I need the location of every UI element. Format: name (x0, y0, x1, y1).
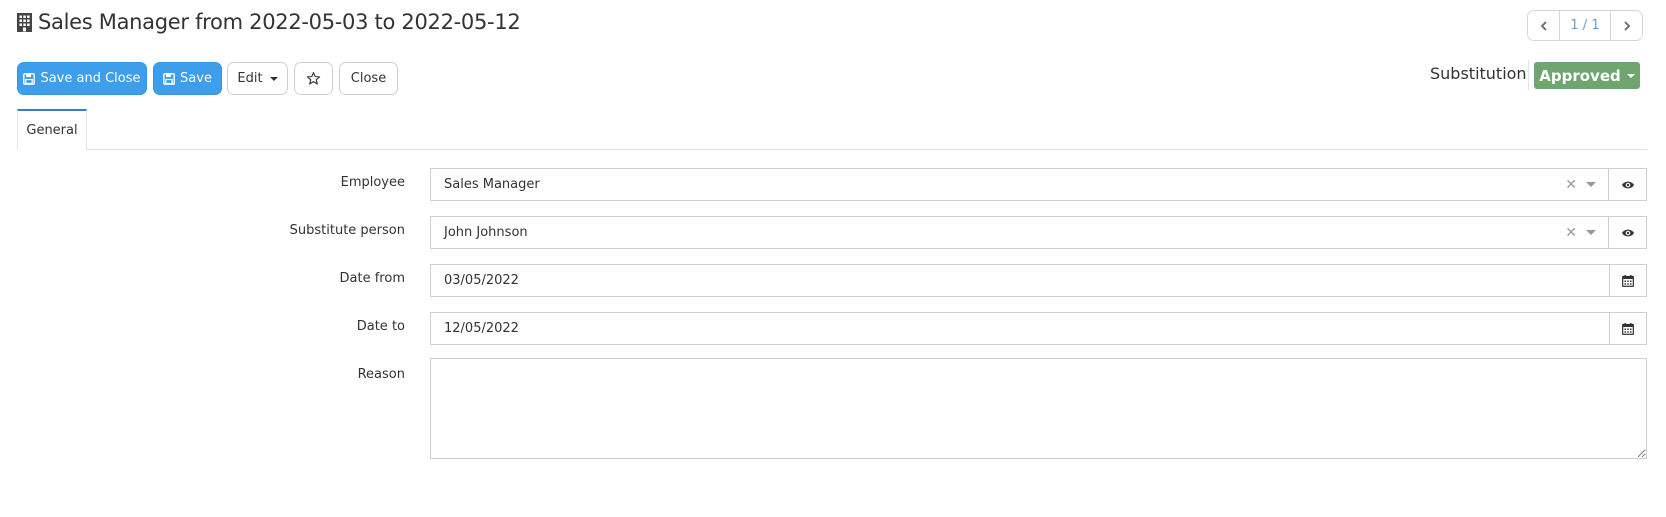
building-icon (17, 12, 32, 32)
date-to-label: Date to (356, 319, 405, 334)
status-value: Approved (1539, 66, 1621, 85)
dropdown-arrow-icon[interactable] (1586, 182, 1596, 187)
floppy-disk-icon (23, 72, 36, 85)
status-badge[interactable]: Approved (1534, 62, 1640, 89)
next-record-button[interactable] (1611, 11, 1642, 40)
view-employee-button[interactable] (1608, 168, 1647, 201)
edit-dropdown-button[interactable]: Edit (227, 62, 288, 95)
star-icon (306, 72, 321, 85)
save-button[interactable]: Save (153, 62, 222, 95)
substitute-person-value: John Johnson (444, 225, 528, 240)
calendar-icon (1622, 274, 1634, 287)
tab-general-label: General (26, 123, 78, 138)
page: Sales Manager from 2022-05-03 to 2022-05… (0, 0, 1666, 517)
date-from-input[interactable]: 03/05/2022 (430, 264, 1610, 297)
date-from-picker-button[interactable] (1609, 264, 1647, 297)
reason-label: Reason (357, 367, 405, 382)
save-and-close-label: Save and Close (40, 71, 141, 86)
chevron-right-icon (1623, 20, 1630, 31)
substitute-person-select[interactable]: John Johnson ✕ (430, 216, 1609, 249)
eye-icon (1621, 181, 1634, 188)
save-label: Save (180, 71, 212, 86)
close-label: Close (350, 71, 387, 86)
date-to-input[interactable]: 12/05/2022 (430, 312, 1610, 345)
employee-value: Sales Manager (444, 177, 540, 192)
eye-icon (1621, 229, 1634, 236)
tab-general[interactable]: General (17, 109, 87, 150)
date-to-value: 12/05/2022 (444, 321, 519, 336)
caret-down-icon (269, 76, 278, 81)
document-type-label: Substitution (1430, 64, 1527, 83)
date-to-picker-button[interactable] (1609, 312, 1647, 345)
pager-count: 1 / 1 (1559, 11, 1611, 40)
status-divider (1528, 60, 1529, 90)
calendar-icon (1622, 322, 1634, 335)
page-title-text: Sales Manager from 2022-05-03 to 2022-05… (38, 10, 521, 34)
chevron-left-icon (1540, 20, 1547, 31)
date-from-value: 03/05/2022 (444, 273, 519, 288)
employee-select[interactable]: Sales Manager ✕ (430, 168, 1609, 201)
close-button[interactable]: Close (339, 62, 398, 95)
tabs-divider (17, 149, 1647, 150)
previous-record-button[interactable] (1528, 11, 1559, 40)
reason-textarea[interactable] (430, 358, 1647, 459)
floppy-disk-icon (163, 72, 175, 85)
page-title: Sales Manager from 2022-05-03 to 2022-05… (17, 10, 521, 34)
clear-icon[interactable]: ✕ (1565, 225, 1577, 241)
save-and-close-button[interactable]: Save and Close (17, 62, 147, 95)
edit-label: Edit (237, 71, 263, 86)
dropdown-arrow-icon[interactable] (1586, 230, 1596, 235)
caret-down-icon (1626, 73, 1635, 78)
substitute-person-label: Substitute person (289, 223, 405, 238)
date-from-label: Date from (339, 271, 405, 286)
favorite-button[interactable] (294, 62, 333, 95)
clear-icon[interactable]: ✕ (1565, 177, 1577, 193)
view-substitute-button[interactable] (1608, 216, 1647, 249)
employee-label: Employee (340, 175, 405, 190)
record-pager: 1 / 1 (1527, 10, 1643, 41)
